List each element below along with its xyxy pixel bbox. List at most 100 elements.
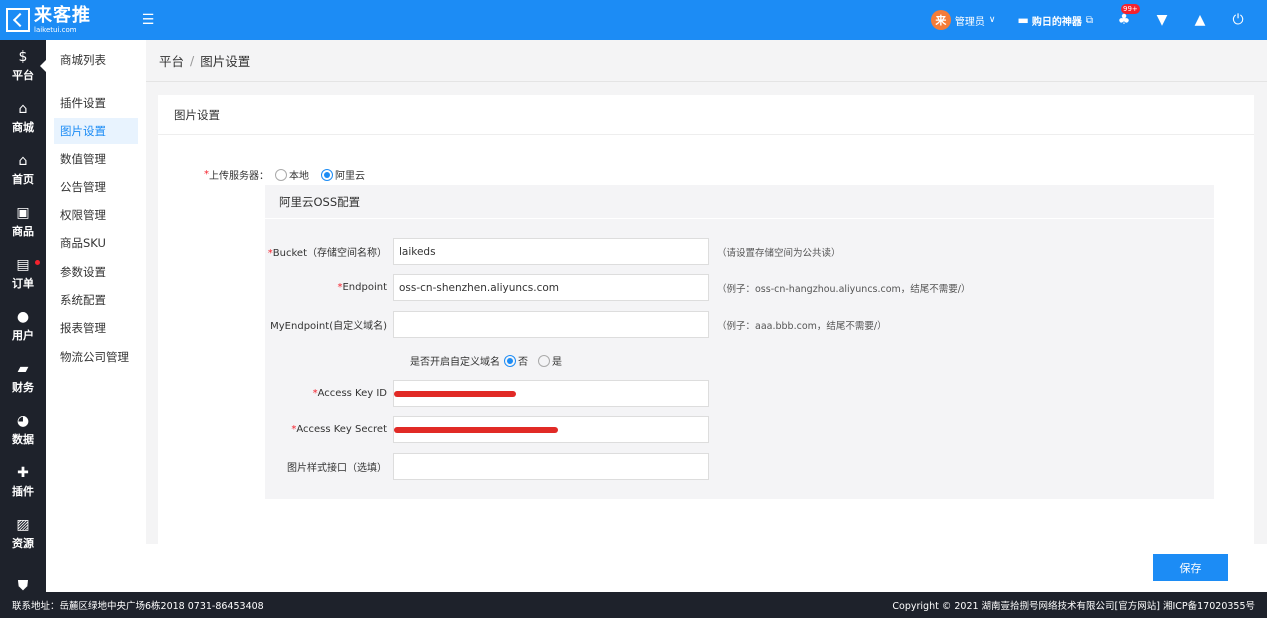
- upload-option-aliyun[interactable]: 阿里云: [321, 167, 365, 182]
- myendpoint-hint: （例子：aaa.bbb.com，结尾不需要/）: [717, 320, 887, 332]
- myendpoint-row: MyEndpoint(自定义域名) （例子：aaa.bbb.com，结尾不需要/…: [265, 311, 1214, 338]
- breadcrumb: 平台 / 图片设置: [146, 40, 1267, 82]
- menu-toggle-icon[interactable]: ☰: [140, 12, 156, 28]
- nav-item-7[interactable]: ◕ 数据: [0, 404, 46, 456]
- avatar: 来: [930, 10, 951, 30]
- store-link[interactable]: ▬ 购日的神器 ⧉: [1018, 13, 1093, 28]
- access-key-id-input[interactable]: [393, 380, 709, 407]
- bucket-input[interactable]: laikeds: [393, 238, 709, 265]
- bucket-row: *Bucket（存储空间名称） laikeds （请设置存储空间为公共读）: [265, 238, 1214, 265]
- nav-item-4[interactable]: ▤ 订单: [0, 248, 46, 300]
- admin-name: 管理员: [954, 16, 985, 28]
- upload-server-label: 上传服务器：: [209, 171, 269, 182]
- custom-domain-yes[interactable]: 是: [538, 353, 562, 368]
- admin-menu[interactable]: 来 管理员 ∨: [930, 10, 996, 30]
- save-button[interactable]: 保存: [1153, 554, 1228, 581]
- image-style-input[interactable]: [393, 453, 709, 480]
- breadcrumb-root[interactable]: 平台: [159, 51, 184, 70]
- subnav-item-9[interactable]: 报表管理: [54, 315, 138, 341]
- image-style-row: 图片样式接口（选填）: [265, 453, 1214, 480]
- subnav-item-2[interactable]: 图片设置: [54, 118, 138, 144]
- nav-item-label: 商城: [12, 121, 34, 134]
- bell-icon[interactable]: ♣ 99+: [1115, 4, 1140, 28]
- radio-local[interactable]: [275, 168, 287, 181]
- oss-config-title: 阿里云OSS配置: [265, 185, 1214, 219]
- store-name: 购日的神器: [1031, 16, 1082, 28]
- primary-nav: $ 平台 ⌂ 商城 ⌂ 首页 ▣ 商品 ▤ 订单 ● 用户 ▰ 财务 ◕ 数据 ✚ 插件 ▨ 资源 ⛊: [0, 40, 46, 592]
- action-bar: [146, 544, 1267, 592]
- nav-item-label: 插件: [12, 485, 34, 498]
- oss-config-panel: 阿里云OSS配置 *Bucket（存储空间名称） laikeds （请设置存储空…: [265, 185, 1214, 499]
- radio-aliyun[interactable]: [321, 168, 333, 181]
- nav-item-label: 平台: [12, 69, 34, 82]
- nav-item-label: 用户: [12, 329, 34, 342]
- pie-icon: ◕: [16, 413, 30, 429]
- top-bar: 来客推 laiketui.com ☰ 来 管理员 ∨ ▬ 购日的神器 ⧉ ♣ 99…: [0, 0, 1267, 40]
- upload-server-row: * 上传服务器： 本地 阿里云: [204, 167, 365, 182]
- store-icon: ▬: [1017, 13, 1029, 27]
- subnav-item-6[interactable]: 商品SKU: [54, 230, 138, 256]
- nav-item-label: 首页: [12, 173, 34, 186]
- subnav-item-8[interactable]: 系统配置: [54, 287, 138, 313]
- subnav-item-0[interactable]: 商城列表: [54, 47, 138, 73]
- access-key-id-row: *Access Key ID: [265, 380, 1214, 407]
- custom-domain-no[interactable]: 否: [504, 353, 528, 368]
- subnav-item-10[interactable]: 物流公司管理: [54, 344, 138, 370]
- access-key-id-label: Access Key ID: [317, 388, 387, 399]
- redaction-mark: [394, 391, 516, 397]
- nav-item-label: 数据: [12, 433, 34, 446]
- nav-item-0[interactable]: $ 平台: [0, 40, 46, 92]
- notification-badge: 99+: [1121, 4, 1140, 14]
- bucket-hint: （请设置存储空间为公共读）: [717, 247, 841, 259]
- endpoint-label: Endpoint: [342, 282, 387, 293]
- access-key-secret-label: Access Key Secret: [296, 424, 387, 435]
- notification-dot: [35, 260, 40, 265]
- nav-item-2[interactable]: ⌂ 首页: [0, 144, 46, 196]
- radio-no[interactable]: [504, 354, 516, 367]
- subnav-item-3[interactable]: 数值管理: [54, 146, 138, 172]
- brand-domain: laiketui.com: [34, 25, 77, 34]
- endpoint-input[interactable]: oss-cn-shenzhen.aliyuncs.com: [393, 274, 709, 301]
- breadcrumb-current: 图片设置: [200, 54, 251, 69]
- nav-item-1[interactable]: ⌂ 商城: [0, 92, 46, 144]
- myendpoint-label: MyEndpoint(自定义域名): [270, 321, 387, 332]
- subnav-item-5[interactable]: 权限管理: [54, 202, 138, 228]
- clipboard-icon: ▤: [16, 257, 30, 273]
- store-front-icon[interactable]: ▲: [1191, 12, 1209, 28]
- footer-copyright[interactable]: Copyright © 2021 湖南壹拾捌号网络技术有限公司[官方网站] 湘I…: [892, 598, 1255, 612]
- redaction-mark: [394, 427, 558, 433]
- nav-item-8[interactable]: ✚ 插件: [0, 456, 46, 508]
- nav-item-label: 资源: [12, 537, 34, 550]
- radio-yes[interactable]: [538, 354, 550, 367]
- dollar-icon: $: [18, 49, 28, 65]
- subnav-item-4[interactable]: 公告管理: [54, 174, 138, 200]
- image-icon: ▨: [16, 517, 30, 533]
- custom-domain-label: 是否开启自定义域名: [410, 357, 500, 368]
- shield-icon: ⛊: [17, 578, 29, 592]
- nav-item-10[interactable]: ⛊: [0, 560, 46, 592]
- nav-item-3[interactable]: ▣ 商品: [0, 196, 46, 248]
- home-icon: ⌂: [18, 101, 28, 117]
- breadcrumb-separator: /: [190, 53, 195, 68]
- myendpoint-input[interactable]: [393, 311, 709, 338]
- power-icon[interactable]: ⏻: [1229, 12, 1247, 28]
- subnav-item-7[interactable]: 参数设置: [54, 259, 138, 285]
- user-icon: ●: [16, 309, 30, 325]
- nav-item-9[interactable]: ▨ 资源: [0, 508, 46, 560]
- access-key-secret-input[interactable]: [393, 416, 709, 443]
- nav-item-5[interactable]: ● 用户: [0, 300, 46, 352]
- footer: 联系地址：岳麓区绿地中央广场6栋2018 0731-86453408 Copyr…: [0, 592, 1267, 618]
- upload-option-local[interactable]: 本地: [275, 167, 309, 182]
- wallet-icon: ▰: [17, 361, 29, 377]
- card-title: 图片设置: [158, 95, 1254, 135]
- endpoint-row: *Endpoint oss-cn-shenzhen.aliyuncs.com （…: [265, 274, 1214, 301]
- nav-item-label: 商品: [12, 225, 34, 238]
- nav-item-label: 财务: [12, 381, 34, 394]
- subnav-item-1[interactable]: 插件设置: [54, 90, 138, 116]
- nav-item-6[interactable]: ▰ 财务: [0, 352, 46, 404]
- puzzle-icon: ✚: [17, 465, 29, 481]
- brand-logo[interactable]: 来客推 laiketui.com: [6, 6, 146, 34]
- bag-icon: ▣: [16, 205, 30, 221]
- nav-item-label: 订单: [12, 277, 34, 290]
- shirt-icon[interactable]: ▼: [1153, 12, 1171, 28]
